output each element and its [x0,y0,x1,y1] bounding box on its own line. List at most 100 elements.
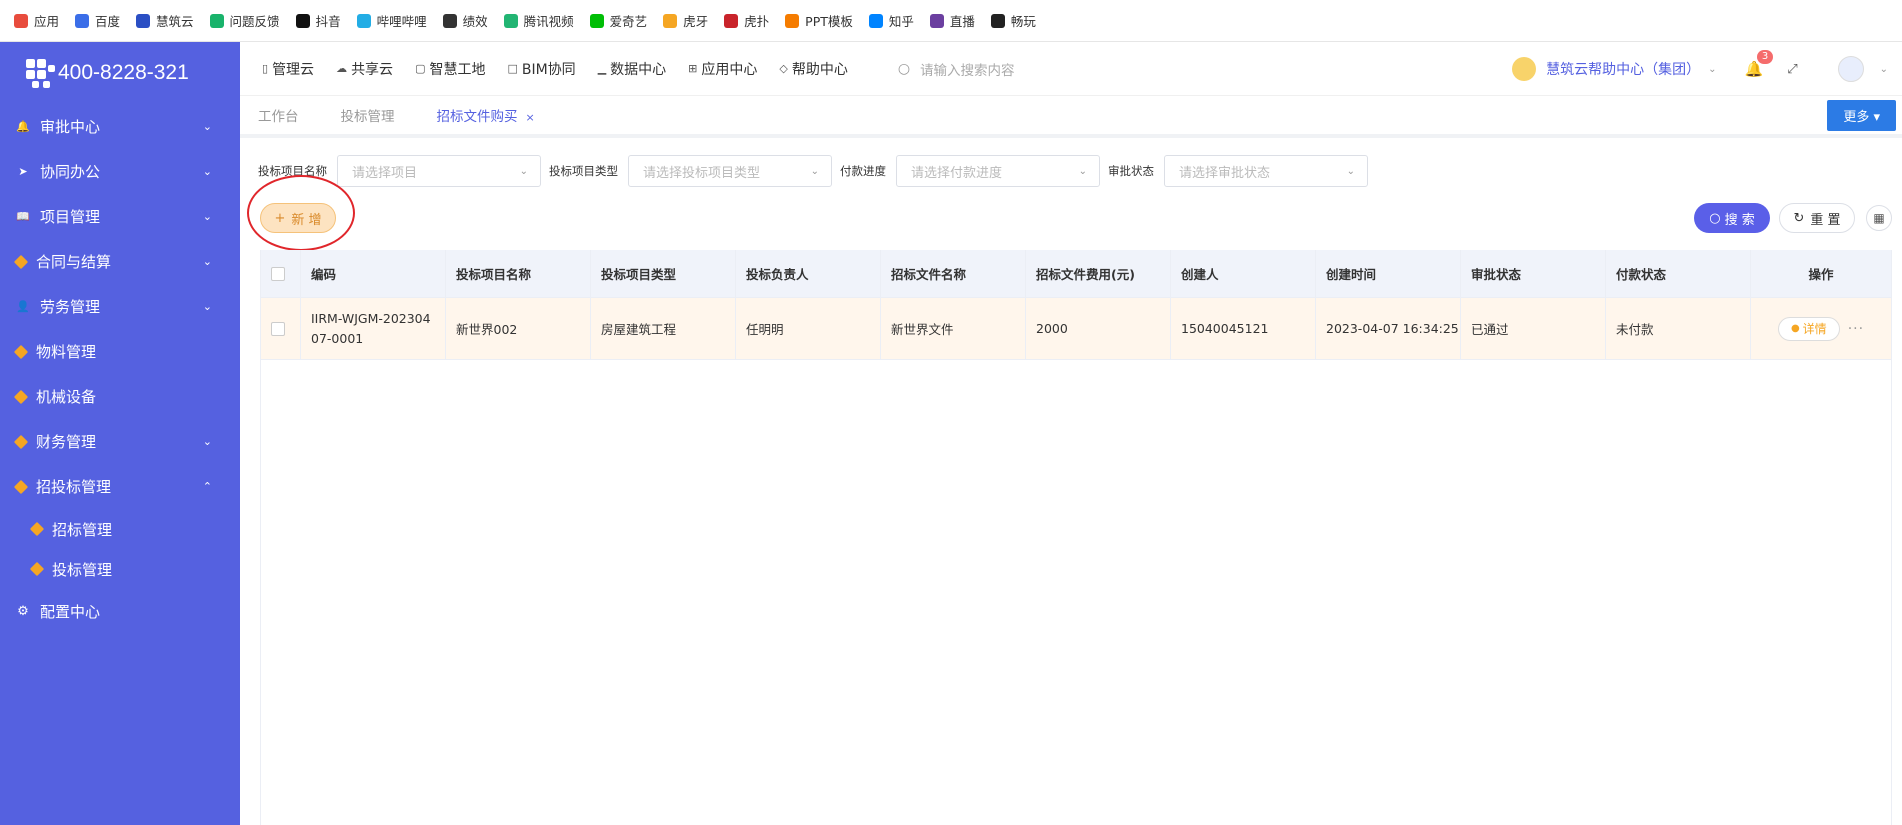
gem-icon [13,389,29,404]
page-tabs: 工作台 投标管理 招标文件购买 × 更多 ▾ [240,96,1902,138]
tablet-icon: ▯ [262,62,269,75]
site-icon: ▢ [415,62,426,75]
performance-icon [442,13,457,28]
bookmark-performance[interactable]: 绩效 [442,11,488,30]
bookmark-tencent-video[interactable]: 腾讯视频 [503,11,574,30]
bookmark-bilibili[interactable]: 哔哩哔哩 [356,11,427,30]
sidebar-item-config[interactable]: ⚙ 配置中心 [0,589,240,634]
global-search[interactable]: ○ 请输入搜索内容 [898,59,1015,79]
more-options-icon[interactable]: ··· [1848,321,1864,337]
column-settings-icon[interactable]: ▦ [1866,205,1892,231]
sidebar-logo[interactable]: 400-8228-321 [0,42,240,104]
bookmark-huya[interactable]: 虎牙 [663,11,708,30]
topnav-item-label: 应用中心 [701,61,758,78]
topnav-item-4[interactable]: ▁ 数据中心 [598,59,666,79]
fullscreen-icon[interactable]: ⤢ [1787,62,1797,77]
sidebar-item-2[interactable]: 📖 项目管理 ⌄ [0,194,240,239]
bookmark-ppt-template[interactable]: PPT模板 [785,11,853,30]
avatar[interactable] [1837,56,1864,82]
chevron-down-icon: ⌄ [1346,165,1355,177]
sidebar: 400-8228-321 🔔 审批中心 ⌄ ➤ 协同办公 ⌄ 📖 项目管理 ⌄ 合同与结算 ⌄ 👤 劳务… [0,42,240,825]
bookmark-hupu[interactable]: 虎扑 [724,11,769,30]
sidebar-item-3[interactable]: 合同与结算 ⌄ [0,239,240,284]
add-button[interactable]: + 新 增 [260,203,336,233]
filter-select-2[interactable]: 请选择付款进度 ⌄ [896,155,1100,187]
tab-1[interactable]: 投标管理 [341,105,395,125]
topnav-item-label: BIM协同 [521,61,576,78]
sidebar-item-7[interactable]: 财务管理 ⌄ [0,419,240,464]
bookmark-baidu-paw[interactable]: 百度 [75,11,120,30]
bookmark-label: 百度 [95,14,121,29]
bookmark-label: 哔哩哔哩 [376,14,427,29]
bookmark-douyin[interactable]: 抖音 [295,11,341,30]
iqiyi-icon [589,13,604,28]
tab-2[interactable]: 招标文件购买 × [437,105,535,125]
gem-icon [13,434,29,449]
bookmark-live[interactable]: 直播 [929,11,975,30]
topnav-item-1[interactable]: ☁ 共享云 [336,59,393,79]
topnav-item-2[interactable]: ▢ 智慧工地 [415,59,485,79]
filter-select-0[interactable]: 请选择项目 ⌄ [337,155,541,187]
header-checkbox-cell [261,250,301,297]
detail-button[interactable]: ● 详情 [1777,316,1840,341]
gem-icon [29,521,45,537]
help-diamond-icon: ◇ [779,62,788,75]
notification-bell-icon[interactable]: 🔔 3 [1745,50,1774,78]
sidebar-item-label: 项目管理 [40,208,101,226]
topnav-item-label: 管理云 [272,61,315,78]
bookmark-apps-grid[interactable]: 应用 [14,11,59,30]
search-input[interactable]: 请输入搜索内容 [920,59,1015,79]
gem-icon [13,344,29,359]
worker-icon: 👤 [16,300,30,313]
bookmark-feedback[interactable]: 问题反馈 [209,11,280,30]
bookmark-label: 应用 [34,14,60,29]
bookmark-huizhuyun[interactable]: 慧筑云 [136,11,194,30]
tab-0[interactable]: 工作台 [258,105,299,125]
filter-select-3[interactable]: 请选择审批状态 ⌄ [1164,155,1368,187]
bookmark-game[interactable]: 畅玩 [990,11,1036,30]
sidebar-item-1[interactable]: ➤ 协同办公 ⌄ [0,149,240,194]
gem-icon [13,479,29,494]
bookmark-zhihu[interactable]: 知乎 [868,11,914,30]
bim-icon: □ [507,62,518,75]
sidebar-subitem-1[interactable]: 投标管理 [0,549,240,589]
sidebar-item-5[interactable]: 物料管理 [0,329,240,374]
topnav-item-label: 帮助中心 [791,61,848,78]
refresh-icon: ↻ [1793,210,1805,226]
reset-button[interactable]: ↻ 重 置 [1779,203,1855,233]
select-all-checkbox[interactable] [271,266,285,281]
chevron-down-icon[interactable]: ⌄ [1880,64,1888,75]
search-button[interactable]: ○ 搜 索 [1694,203,1770,233]
more-button[interactable]: 更多 ▾ [1827,100,1896,131]
table-header: 编码 投标项目名称 投标项目类型 投标负责人 招标文件名称 招标文件费用(元) 创建人 创建时… [261,250,1891,298]
huya-icon [663,13,678,28]
sidebar-item-label: 机械设备 [36,388,97,406]
sidebar-item-4[interactable]: 👤 劳务管理 ⌄ [0,284,240,329]
topnav-item-6[interactable]: ◇ 帮助中心 [779,59,847,79]
sidebar-subitem-0[interactable]: 招标管理 [0,509,240,549]
sidebar-item-8[interactable]: 招投标管理 ⌃ [0,464,240,509]
bookmark-label: 知乎 [888,14,914,29]
gem-icon [29,561,45,577]
bookmark-iqiyi[interactable]: 爱奇艺 [589,11,647,30]
row-checkbox[interactable] [271,321,285,336]
filter-bar: 投标项目名称 请选择项目 ⌄ 投标项目类型 请选择投标项目类型 ⌄ 付款进度 请选择付款进度 ⌄… [258,155,1376,187]
column-header: 操作 [1808,267,1834,282]
search-icon: ○ [1709,210,1721,226]
chevron-down-icon: ⌄ [1708,63,1717,75]
topnav-item-5[interactable]: ⊞ 应用中心 [688,59,757,79]
filter-select-1[interactable]: 请选择投标项目类型 ⌄ [628,155,832,187]
topnav-item-3[interactable]: □ BIM协同 [507,59,575,79]
top-right-nav: 慧筑云帮助中心（集团） ⌄ 🔔 3 ⤢ ⌄ [1512,42,1902,96]
sidebar-item-0[interactable]: 🔔 审批中心 ⌄ [0,104,240,149]
sidebar-subitem-label: 招标管理 [52,520,113,539]
chevron-down-icon: ⌄ [1078,165,1087,177]
close-icon[interactable]: × [526,111,535,124]
help-center-link[interactable]: 慧筑云帮助中心（集团） ⌄ [1512,57,1717,81]
zhihu-icon [868,13,883,28]
help-center-label: 慧筑云帮助中心（集团） [1546,62,1701,78]
chevron-down-icon: ⌄ [810,165,819,177]
topnav-item-0[interactable]: ▯ 管理云 [262,59,314,79]
sidebar-item-6[interactable]: 机械设备 [0,374,240,419]
chevron-down-icon: ⌄ [202,255,212,268]
